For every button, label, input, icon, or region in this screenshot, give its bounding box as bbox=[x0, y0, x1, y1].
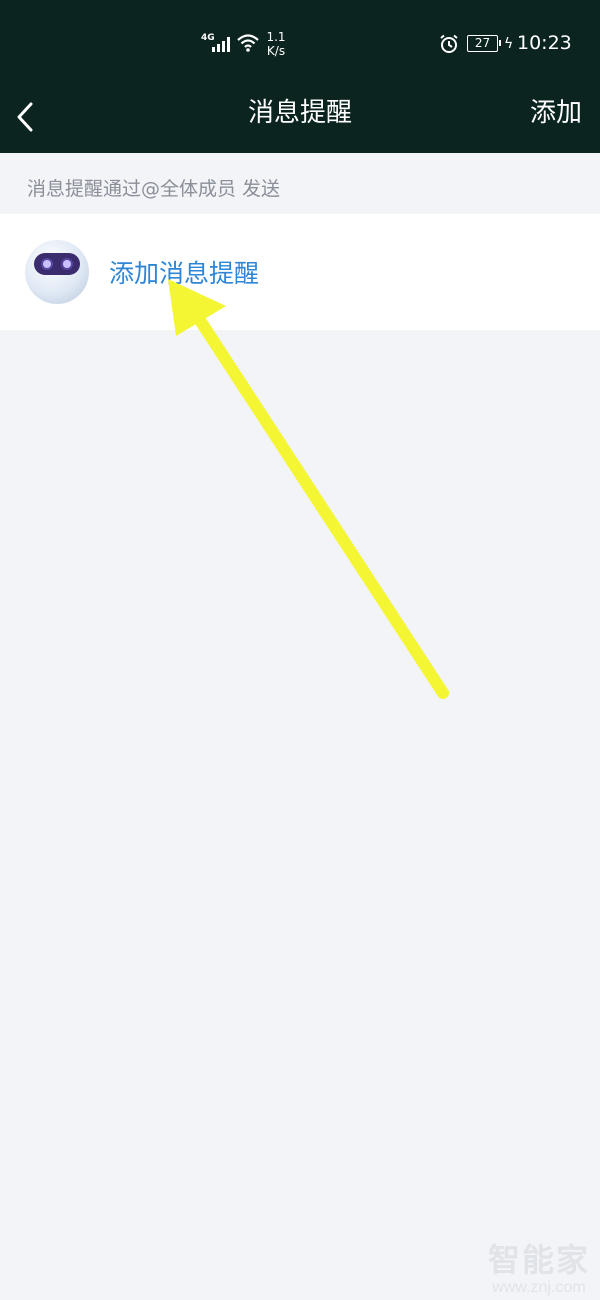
charging-icon: ϟ bbox=[504, 36, 514, 52]
status-bar: 4G 1.1 K/s 27 ϟ 10:23 bbox=[0, 0, 600, 88]
alarm-icon bbox=[440, 34, 458, 53]
network-speed: 1.1 K/s bbox=[266, 30, 286, 58]
clock: 10:23 bbox=[517, 32, 572, 54]
back-button[interactable] bbox=[10, 94, 50, 140]
battery-icon: 27 bbox=[467, 35, 501, 52]
page-title: 消息提醒 bbox=[247, 98, 352, 128]
hint-text: 消息提醒通过@全体成员 发送 bbox=[27, 178, 281, 200]
list-item-label: 添加消息提醒 bbox=[109, 259, 260, 288]
list-item-add-reminder[interactable]: 添加消息提醒 bbox=[0, 214, 600, 330]
signal-icon bbox=[212, 37, 230, 52]
add-button[interactable]: 添加 bbox=[530, 98, 582, 128]
top-bar: 4G 1.1 K/s 27 ϟ 10:23 消息提醒 添加 bbox=[0, 0, 600, 153]
chevron-left-icon bbox=[17, 102, 33, 132]
navigation-bar: 消息提醒 添加 bbox=[0, 88, 600, 153]
robot-avatar-icon bbox=[25, 240, 89, 304]
watermark: 智能家 www.znj.com bbox=[487, 1242, 590, 1296]
wifi-icon bbox=[237, 34, 259, 52]
